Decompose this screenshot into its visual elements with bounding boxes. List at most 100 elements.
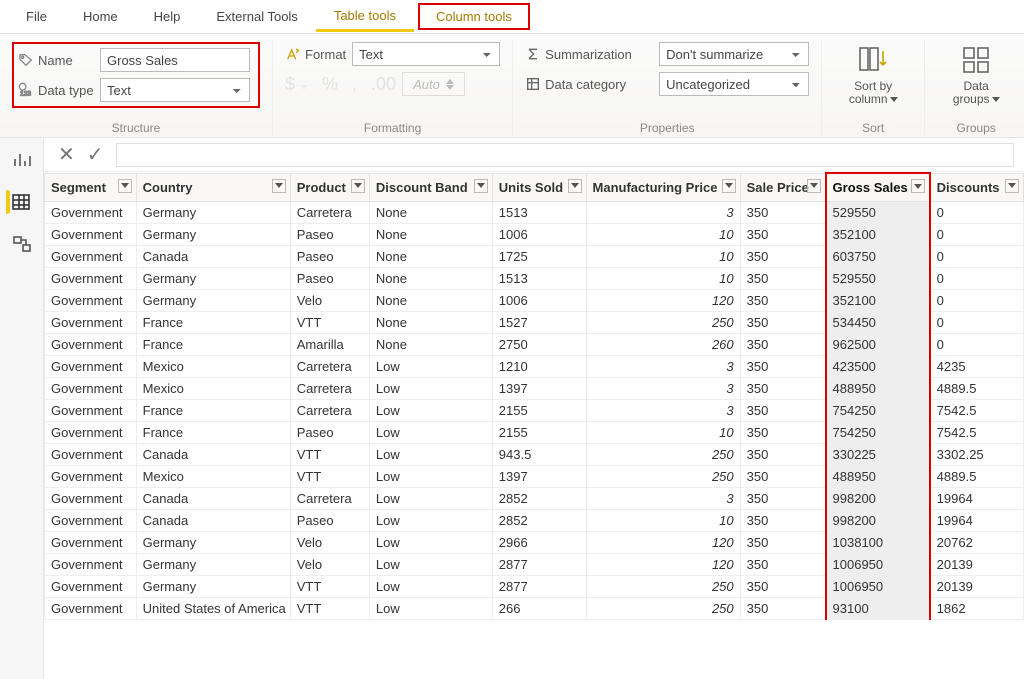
cell-disc[interactable]: 0 [930,245,1024,267]
col-header-country[interactable]: Country [136,173,290,201]
cell-units[interactable]: 2877 [492,553,586,575]
col-header-gross-sales[interactable]: Gross Sales [826,173,930,201]
cell-gross[interactable]: 998200 [826,509,930,531]
cell-units[interactable]: 2155 [492,399,586,421]
filter-dropdown-icon[interactable] [351,179,365,193]
cell-disc[interactable]: 20139 [930,575,1024,597]
cell-country[interactable]: United States of America [136,597,290,619]
percent-icon[interactable]: % [322,74,338,95]
cell-mfg[interactable]: 10 [586,267,740,289]
cell-country[interactable]: Mexico [136,355,290,377]
cell-country[interactable]: Canada [136,509,290,531]
cell-gross[interactable]: 603750 [826,245,930,267]
cell-segment[interactable]: Government [45,377,137,399]
cell-country[interactable]: France [136,421,290,443]
cell-segment[interactable]: Government [45,201,137,223]
cell-gross[interactable]: 352100 [826,223,930,245]
cell-sale[interactable]: 350 [740,377,825,399]
cell-disc[interactable]: 0 [930,201,1024,223]
cell-band[interactable]: Low [369,399,492,421]
cell-mfg[interactable]: 260 [586,333,740,355]
cell-country[interactable]: Mexico [136,377,290,399]
table-row[interactable]: GovernmentGermanyVeloLow2877120350100695… [45,553,1024,575]
filter-dropdown-icon[interactable] [568,179,582,193]
cell-disc[interactable]: 1862 [930,597,1024,619]
cell-band[interactable]: None [369,245,492,267]
cell-band[interactable]: Low [369,377,492,399]
commit-formula-button[interactable]: ✓ [87,142,104,167]
report-view-button[interactable] [8,148,36,172]
col-header-product[interactable]: Product [290,173,369,201]
cell-mfg[interactable]: 3 [586,355,740,377]
cell-band[interactable]: None [369,223,492,245]
cell-gross[interactable]: 529550 [826,267,930,289]
cell-product[interactable]: Carretera [290,487,369,509]
cell-sale[interactable]: 350 [740,465,825,487]
cell-sale[interactable]: 350 [740,421,825,443]
cell-country[interactable]: Germany [136,575,290,597]
cell-mfg[interactable]: 120 [586,553,740,575]
filter-dropdown-icon[interactable] [807,179,821,193]
menu-external-tools[interactable]: External Tools [198,3,315,30]
cell-band[interactable]: Low [369,487,492,509]
cell-sale[interactable]: 350 [740,289,825,311]
table-row[interactable]: GovernmentUnited States of AmericaVTTLow… [45,597,1024,619]
cell-sale[interactable]: 350 [740,399,825,421]
cell-gross[interactable]: 352100 [826,289,930,311]
cell-band[interactable]: Low [369,355,492,377]
cell-mfg[interactable]: 250 [586,575,740,597]
cell-segment[interactable]: Government [45,531,137,553]
summarization-select[interactable]: Don't summarize [659,42,809,66]
filter-dropdown-icon[interactable] [272,179,286,193]
cell-units[interactable]: 1513 [492,201,586,223]
cell-band[interactable]: Low [369,531,492,553]
col-header-discounts[interactable]: Discounts [930,173,1024,201]
cell-disc[interactable]: 4235 [930,355,1024,377]
cell-mfg[interactable]: 250 [586,443,740,465]
cell-band[interactable]: None [369,311,492,333]
cell-band[interactable]: Low [369,597,492,619]
cell-product[interactable]: VTT [290,311,369,333]
cell-disc[interactable]: 4889.5 [930,377,1024,399]
table-row[interactable]: GovernmentCanadaCarreteraLow285233509982… [45,487,1024,509]
cell-gross[interactable]: 93100 [826,597,930,619]
menu-help[interactable]: Help [136,3,199,30]
decimal-auto[interactable]: Auto [402,72,465,96]
cell-band[interactable]: Low [369,465,492,487]
cell-segment[interactable]: Government [45,355,137,377]
cell-segment[interactable]: Government [45,311,137,333]
cell-disc[interactable]: 7542.5 [930,399,1024,421]
cell-gross[interactable]: 754250 [826,421,930,443]
cell-segment[interactable]: Government [45,289,137,311]
table-row[interactable]: GovernmentGermanyVeloNone100612035035210… [45,289,1024,311]
cell-product[interactable]: Paseo [290,509,369,531]
cell-country[interactable]: Germany [136,553,290,575]
cell-gross[interactable]: 998200 [826,487,930,509]
cell-band[interactable]: Low [369,443,492,465]
cell-sale[interactable]: 350 [740,333,825,355]
cell-units[interactable]: 1006 [492,289,586,311]
cancel-formula-button[interactable]: ✕ [58,142,75,167]
cell-segment[interactable]: Government [45,487,137,509]
cell-product[interactable]: Carretera [290,355,369,377]
cell-mfg[interactable]: 3 [586,377,740,399]
cell-product[interactable]: Velo [290,553,369,575]
cell-units[interactable]: 2966 [492,531,586,553]
cell-band[interactable]: None [369,333,492,355]
cell-sale[interactable]: 350 [740,245,825,267]
filter-dropdown-icon[interactable] [474,179,488,193]
cell-segment[interactable]: Government [45,553,137,575]
cell-band[interactable]: Low [369,575,492,597]
cell-gross[interactable]: 529550 [826,201,930,223]
table-row[interactable]: GovernmentCanadaVTTLow943.52503503302253… [45,443,1024,465]
cell-disc[interactable]: 7542.5 [930,421,1024,443]
cell-sale[interactable]: 350 [740,509,825,531]
cell-product[interactable]: VTT [290,575,369,597]
cell-segment[interactable]: Government [45,443,137,465]
table-row[interactable]: GovernmentFrancePaseoLow2155103507542507… [45,421,1024,443]
formula-input[interactable] [116,143,1014,167]
cell-country[interactable]: Canada [136,245,290,267]
cell-sale[interactable]: 350 [740,553,825,575]
cell-gross[interactable]: 423500 [826,355,930,377]
cell-country[interactable]: Mexico [136,465,290,487]
